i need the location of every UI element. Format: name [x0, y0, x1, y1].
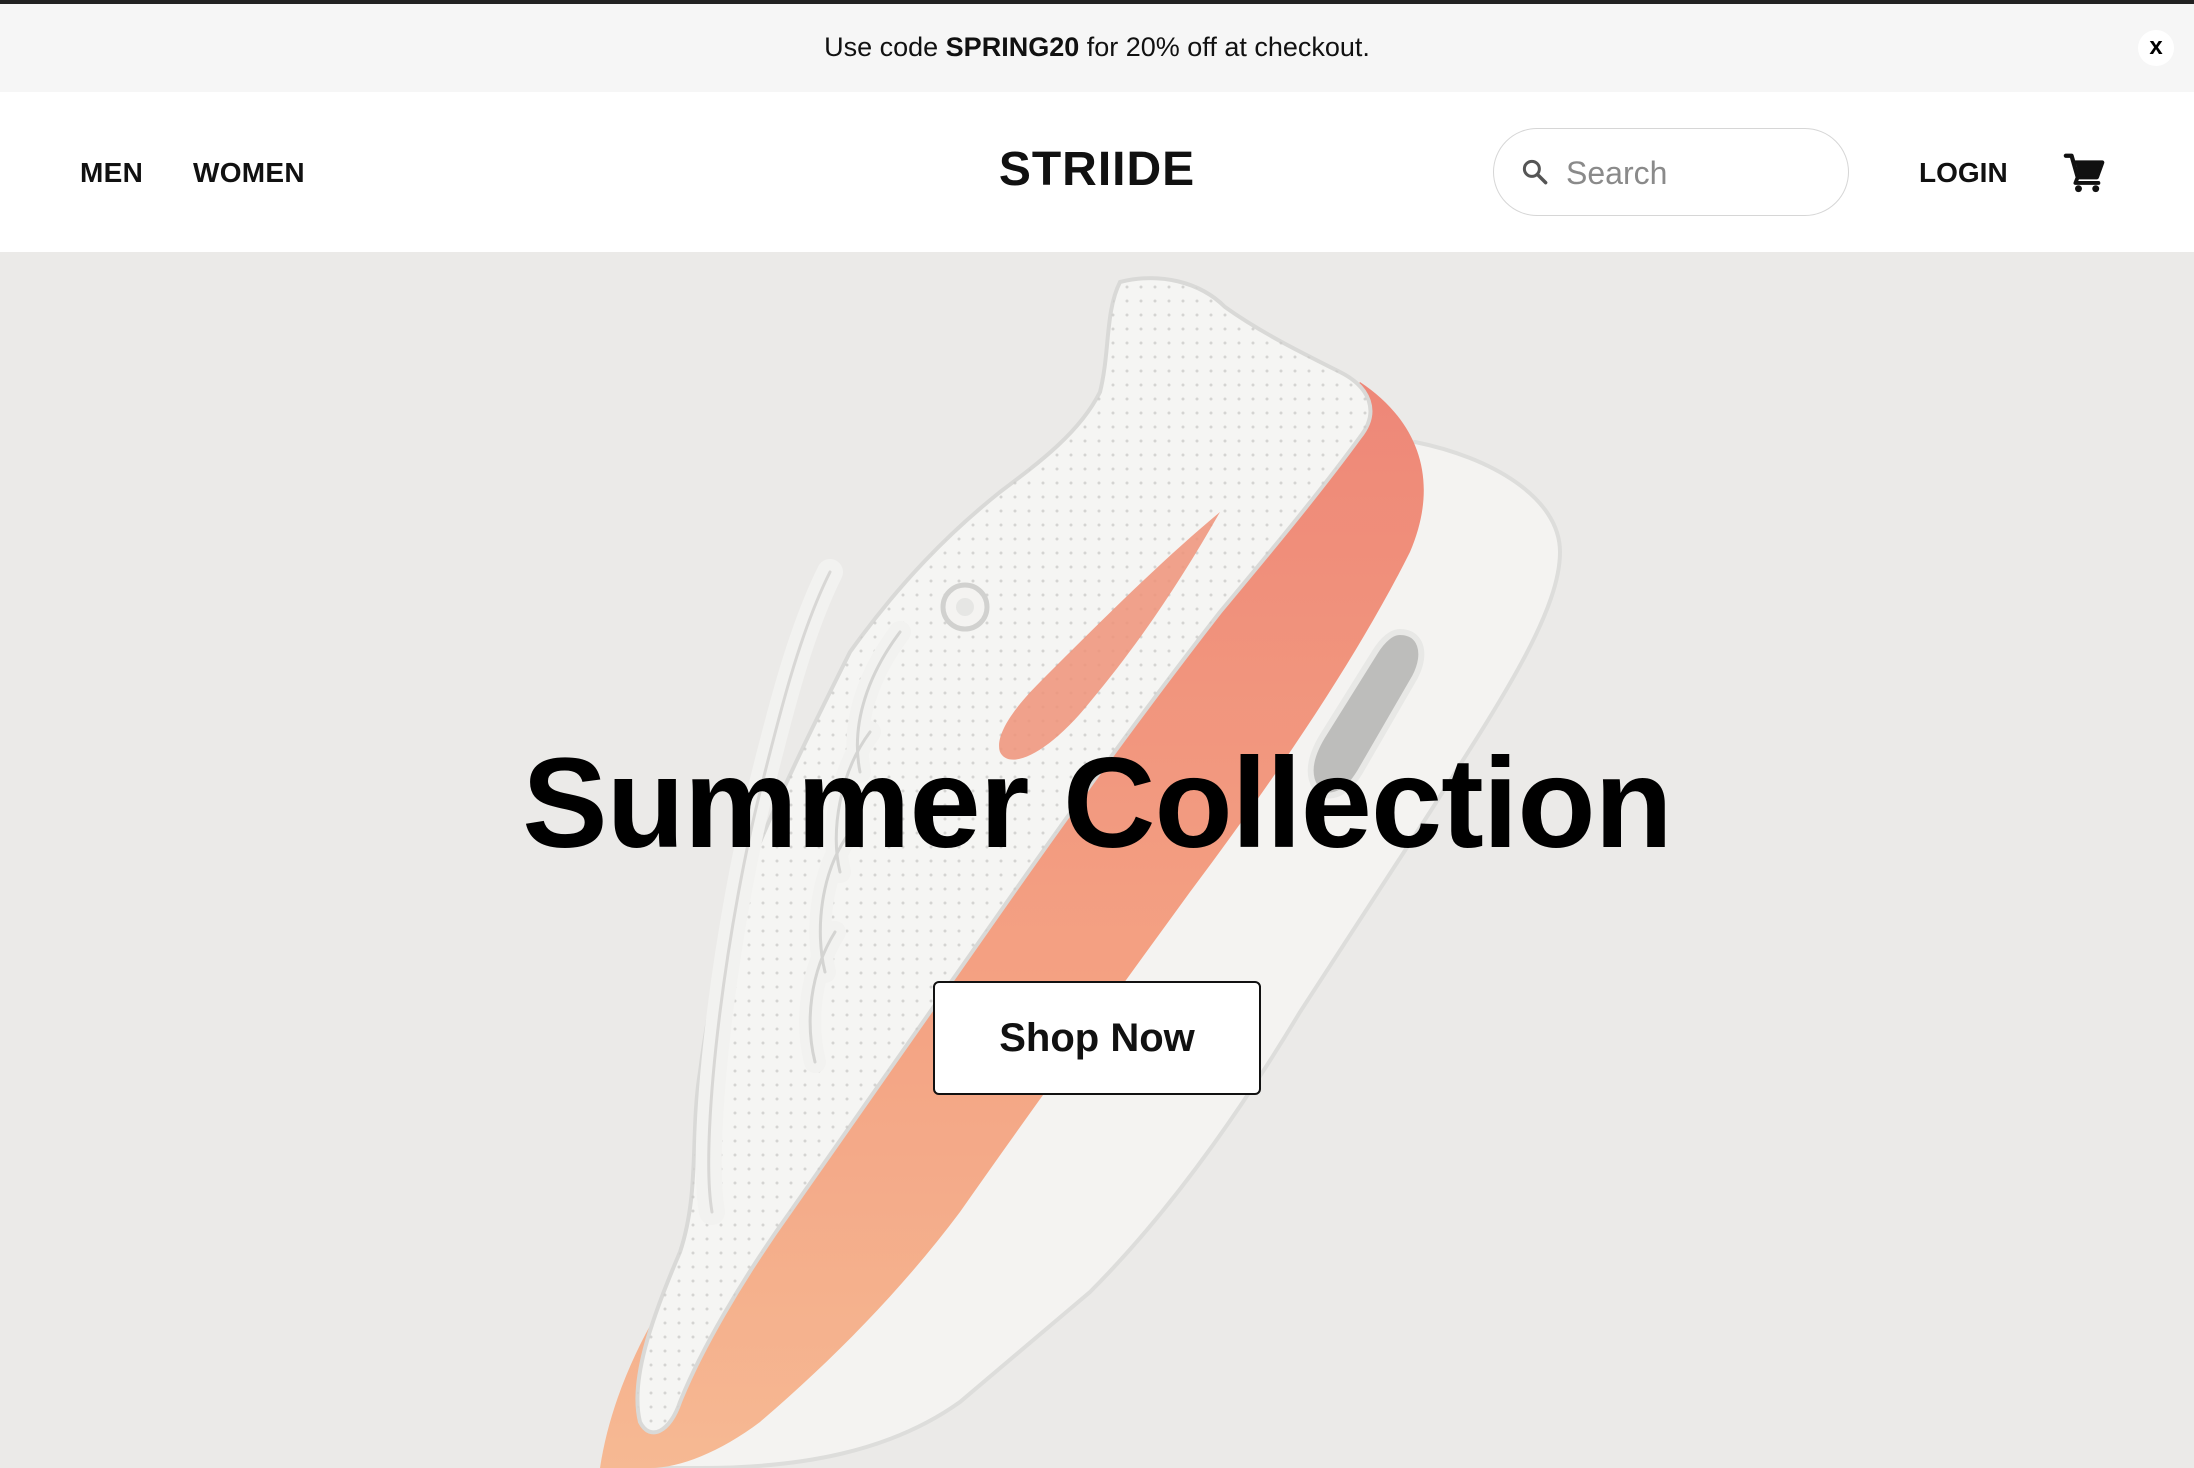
promo-text-after: for 20% off at checkout.	[1079, 32, 1370, 62]
promo-banner: Use code SPRING20 for 20% off at checkou…	[0, 4, 2194, 92]
login-link[interactable]: LOGIN	[1919, 157, 2008, 189]
site-header: MEN WOMEN STRIIDE LOGIN	[0, 92, 2194, 252]
brand-logo[interactable]: STRIIDE	[0, 142, 2194, 197]
promo-text-before: Use code	[824, 32, 946, 62]
shop-now-button[interactable]: Shop Now	[933, 981, 1261, 1095]
search-icon	[1522, 159, 1548, 185]
search-box[interactable]	[1493, 128, 1849, 216]
cart-icon[interactable]	[2062, 150, 2108, 196]
promo-text: Use code SPRING20 for 20% off at checkou…	[0, 32, 2194, 63]
hero-banner: Summer Collection Shop Now	[0, 252, 2194, 1468]
promo-code: SPRING20	[945, 32, 1080, 62]
close-icon[interactable]: x	[2138, 30, 2174, 66]
search-input[interactable]	[1566, 151, 1826, 195]
hero-title: Summer Collection	[522, 732, 1672, 875]
